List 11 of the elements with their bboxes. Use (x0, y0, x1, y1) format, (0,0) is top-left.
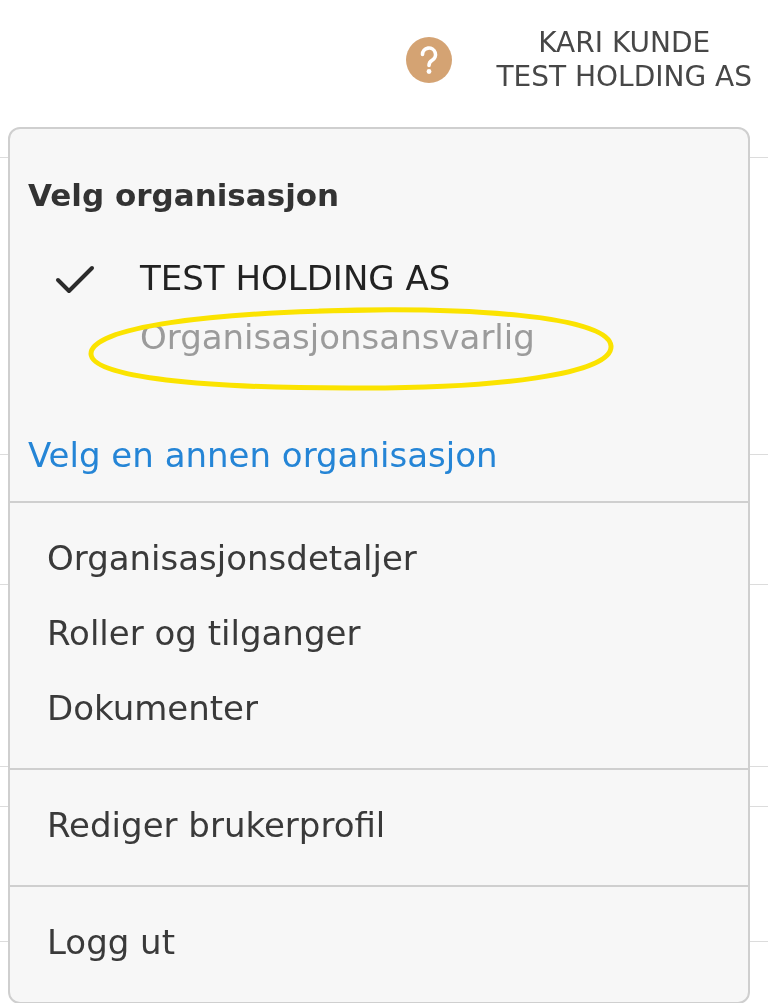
organization-name[interactable]: TEST HOLDING AS (140, 256, 451, 300)
organization-role: Organisasjonsansvarlig (140, 316, 535, 359)
help-icon[interactable] (406, 37, 453, 83)
dropdown-heading: Velg organisasjon (28, 176, 340, 215)
user-menu-button[interactable]: KARI KUNDE TEST HOLDING AS (496, 26, 752, 94)
menu-item[interactable]: Roller og tilganger (47, 611, 361, 655)
menu-item[interactable]: Dokumenter (47, 686, 258, 730)
menu-item[interactable]: Organisasjonsdetaljer (47, 536, 417, 580)
switch-organization-link[interactable]: Velg en annen organisasjon (28, 433, 498, 477)
menu-item[interactable]: Rediger brukerprofil (47, 803, 386, 847)
menu-item[interactable]: Logg ut (47, 920, 175, 964)
